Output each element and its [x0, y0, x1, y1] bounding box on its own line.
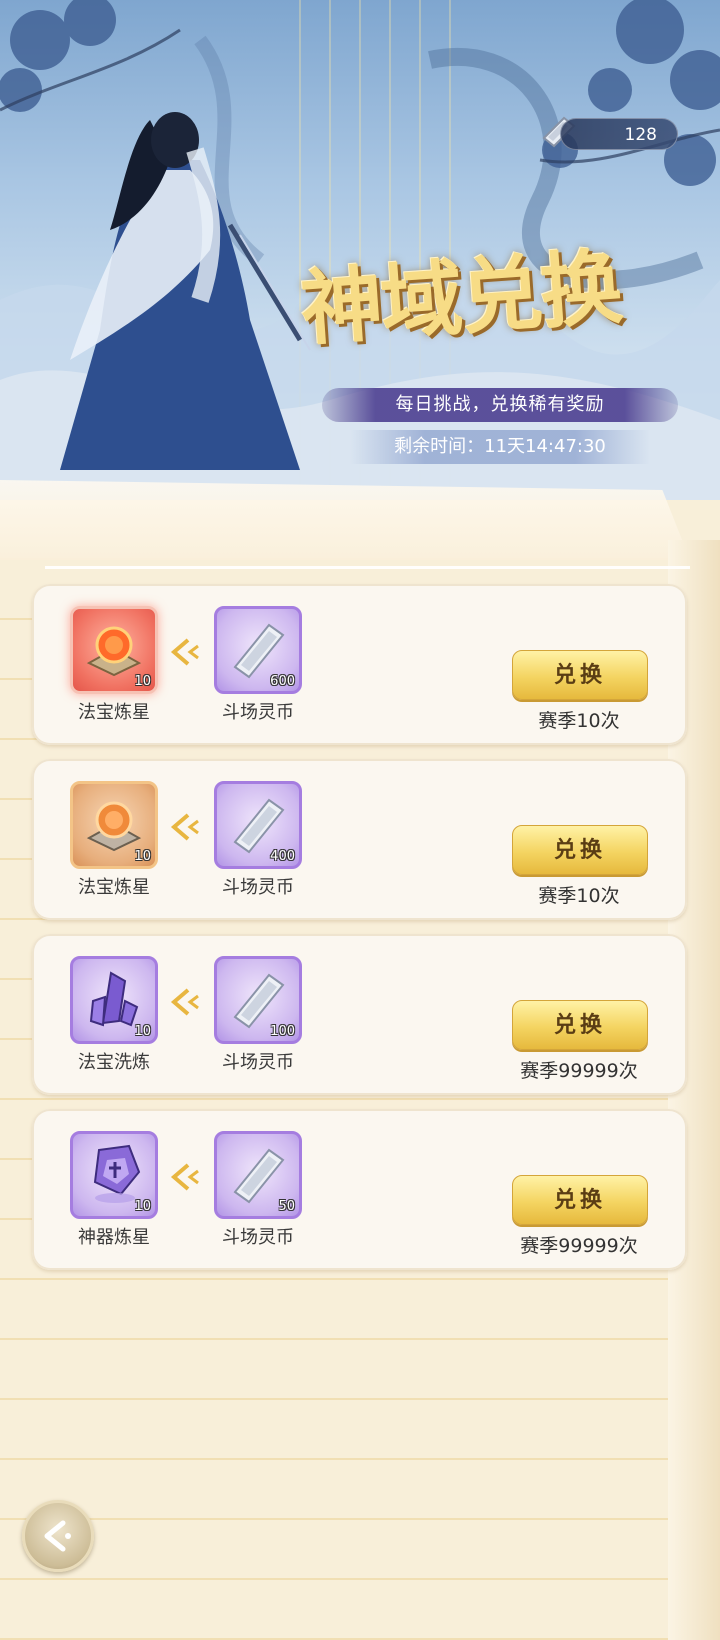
- item-quantity: 600: [270, 674, 295, 689]
- back-button[interactable]: [22, 1500, 94, 1572]
- exchange-row: 10 600 法宝炼星 斗场灵币 兑换 赛季10次: [32, 584, 687, 745]
- item-quantity: 100: [270, 1024, 295, 1039]
- reward-item-name: 神器炼星: [78, 1227, 150, 1248]
- currency-counter: 128: [560, 118, 678, 150]
- reward-item-name: 法宝炼星: [78, 877, 150, 898]
- cost-item-slot[interactable]: 600: [214, 606, 302, 694]
- arrow-left-icon: [170, 988, 199, 1016]
- exchange-list: 10 600 法宝炼星 斗场灵币 兑换 赛季10次 10 400 法宝炼星 斗场…: [32, 584, 687, 1284]
- subtitle-banner: 每日挑战，兑换稀有奖励: [322, 388, 678, 422]
- cost-item-name: 斗场灵币: [222, 877, 294, 898]
- item-quantity: 10: [134, 1024, 151, 1039]
- exchange-row: 10 50 神器炼星 斗场灵币 兑换 赛季99999次: [32, 1109, 687, 1270]
- exchange-row: 10 400 法宝炼星 斗场灵币 兑换 赛季10次: [32, 759, 687, 920]
- arrow-left-icon: [170, 638, 199, 666]
- exchange-limit: 赛季10次: [538, 885, 620, 907]
- exchange-button[interactable]: 兑换: [512, 825, 648, 875]
- exchange-row: 10 100 法宝洗炼 斗场灵币 兑换 赛季99999次: [32, 934, 687, 1095]
- cost-item-slot[interactable]: 50: [214, 1131, 302, 1219]
- cost-item-name: 斗场灵币: [222, 1052, 294, 1073]
- item-quantity: 10: [134, 674, 151, 689]
- header-banner: 128 神域兑换 每日挑战，兑换稀有奖励 剩余时间：11天14:47:30: [0, 0, 720, 520]
- item-quantity: 50: [278, 1199, 295, 1214]
- divider: [45, 566, 690, 569]
- exchange-limit: 赛季99999次: [520, 1060, 638, 1082]
- remaining-time: 剩余时间：11天14:47:30: [350, 430, 650, 464]
- exchange-button[interactable]: 兑换: [512, 650, 648, 700]
- reward-item-name: 法宝炼星: [78, 702, 150, 723]
- item-quantity: 10: [134, 849, 151, 864]
- reward-item-slot[interactable]: 10: [70, 1131, 158, 1219]
- panel-top-edge: [0, 480, 690, 560]
- arrow-left-icon: [170, 1163, 199, 1191]
- exchange-button[interactable]: 兑换: [512, 1000, 648, 1050]
- exchange-limit: 赛季99999次: [520, 1235, 638, 1257]
- item-quantity: 400: [270, 849, 295, 864]
- back-arrow-icon: [44, 1520, 71, 1552]
- cost-item-name: 斗场灵币: [222, 702, 294, 723]
- reward-item-slot[interactable]: 10: [70, 956, 158, 1044]
- cost-item-slot[interactable]: 100: [214, 956, 302, 1044]
- reward-item-name: 法宝洗炼: [78, 1052, 150, 1073]
- reward-item-slot[interactable]: 10: [70, 781, 158, 869]
- cost-item-name: 斗场灵币: [222, 1227, 294, 1248]
- cost-item-slot[interactable]: 400: [214, 781, 302, 869]
- item-quantity: 10: [134, 1199, 151, 1214]
- exchange-button[interactable]: 兑换: [512, 1175, 648, 1225]
- exchange-limit: 赛季10次: [538, 710, 620, 732]
- arrow-left-icon: [170, 813, 199, 841]
- reward-item-slot[interactable]: 10: [70, 606, 158, 694]
